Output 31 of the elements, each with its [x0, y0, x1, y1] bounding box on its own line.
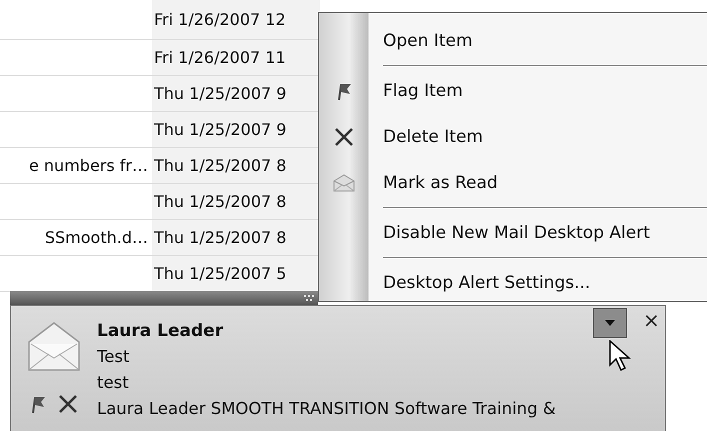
- delete-icon[interactable]: [58, 394, 78, 414]
- open-envelope-icon: [333, 174, 355, 192]
- close-button[interactable]: ×: [643, 310, 660, 330]
- menu-item[interactable]: Mark as Read: [369, 173, 498, 193]
- message-subject: SSmooth.d…: [44, 228, 148, 247]
- flag-icon[interactable]: [30, 394, 46, 414]
- sender-name: Laura Leader: [97, 320, 224, 343]
- message-subject: Test: [97, 346, 130, 368]
- grip-icon[interactable]: [304, 295, 314, 301]
- caret-icon: [605, 320, 615, 326]
- mouse-cursor-icon: [609, 340, 631, 372]
- menu-item[interactable]: Flag Item: [369, 81, 463, 101]
- received-date: Thu 1/25/2007 8: [154, 192, 286, 211]
- message-subject: e numbers fr…: [28, 156, 148, 175]
- options-dropdown-button[interactable]: [593, 308, 627, 338]
- message-description: Laura Leader SMOOTH TRANSITION Software Training &: [97, 398, 556, 420]
- received-date: Thu 1/25/2007 5: [154, 264, 286, 283]
- menu-item[interactable]: Delete Item: [369, 127, 483, 147]
- received-date: Thu 1/25/2007 8: [154, 156, 286, 175]
- menu-item[interactable]: Disable New Mail Desktop Alert: [369, 223, 650, 243]
- delete-icon: [334, 127, 354, 147]
- message-preview: test: [97, 372, 130, 394]
- envelope-icon: [27, 320, 81, 372]
- flag-icon: [336, 81, 352, 101]
- received-date: Fri 1/26/2007 11: [154, 48, 286, 67]
- received-date: Thu 1/25/2007 9: [154, 84, 286, 103]
- menu-item[interactable]: Open Item: [369, 31, 473, 51]
- received-date: Thu 1/25/2007 9: [154, 120, 286, 139]
- menu-item[interactable]: Desktop Alert Settings...: [369, 273, 590, 293]
- received-date: Thu 1/25/2007 8: [154, 228, 286, 247]
- received-date: Fri 1/26/2007 12: [154, 10, 286, 29]
